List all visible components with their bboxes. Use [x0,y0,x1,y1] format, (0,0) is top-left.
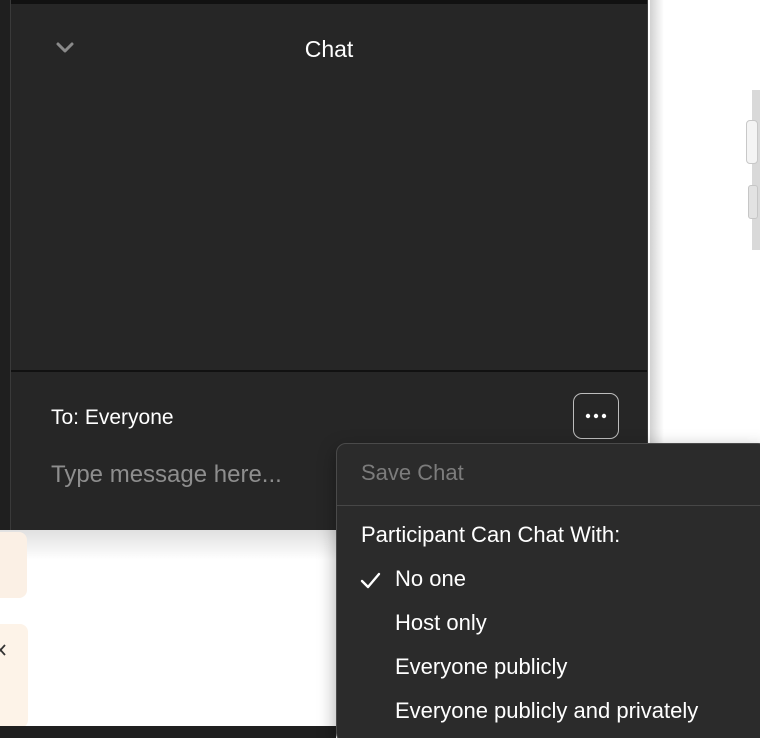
menu-item-label: Host only [395,610,487,635]
menu-item-everyone-publicly-and-privately[interactable]: Everyone publicly and privately [337,694,760,734]
checkmark-icon [359,570,381,592]
chat-header: Chat [11,4,647,92]
more-options-button[interactable] [573,393,619,439]
menu-item-everyone-publicly[interactable]: Everyone publicly [337,650,760,690]
panel-shadow [650,0,664,445]
menu-item-label: No one [395,566,466,591]
chat-message-list [11,92,647,370]
menu-item-host-only[interactable]: Host only [337,606,760,646]
app-window: Chat To: Everyone Save Chat P [0,0,760,738]
menu-separator [337,505,760,506]
bottom-bar [0,726,336,738]
notification-card[interactable] [0,624,28,728]
menu-item-label: Everyone publicly [395,654,568,679]
menu-item-no-one[interactable]: No one [337,562,760,602]
message-input[interactable] [51,455,341,495]
menu-item-label: Everyone publicly and privately [395,698,699,723]
notification-card[interactable] [0,532,27,598]
chat-options-menu: Save Chat Participant Can Chat With: No … [336,443,760,738]
close-icon[interactable] [0,643,8,657]
chat-divider [11,370,647,372]
right-background-area [650,0,760,445]
right-edge-bar [752,90,760,250]
right-edge-handle[interactable] [746,120,758,164]
recipient-selector[interactable]: To: Everyone [51,406,174,430]
menu-section-title: Participant Can Chat With: [361,522,621,547]
right-edge-handle-secondary[interactable] [748,185,758,219]
ellipsis-icon [584,407,608,425]
chat-title: Chat [304,36,354,62]
menu-item-save-chat[interactable]: Save Chat [361,460,760,486]
